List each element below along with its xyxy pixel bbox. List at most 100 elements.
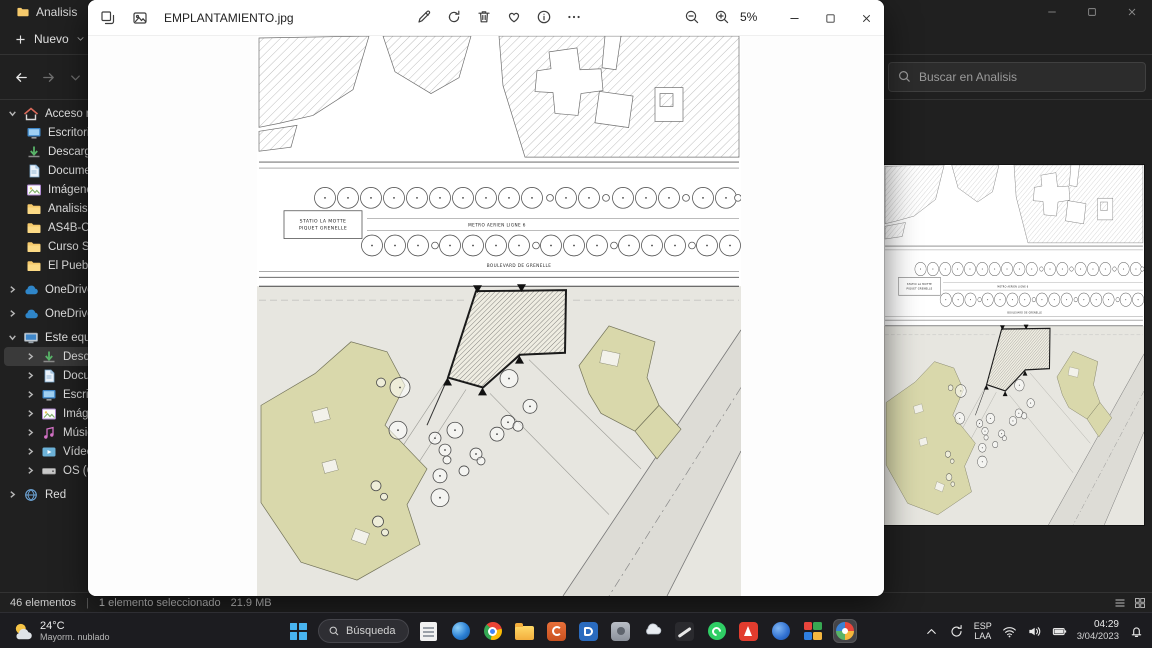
adobe-icon [739,621,759,641]
sync-icon[interactable] [949,624,964,639]
taskbar-icon-sketch-app[interactable] [673,619,697,643]
clock-date: 3/04/2023 [1076,631,1119,642]
image-thumbnail-icon[interactable] [128,6,152,30]
document-app-icon [420,621,438,641]
volume-icon[interactable] [1027,624,1042,639]
photos-viewer-window: EMPLANTAMIENTO.jpg 5% [88,0,884,596]
taskbar: 24°C Mayorm. nublado Búsqueda ESP LAA 04… [0,612,1152,648]
weather-temperature: 24°C [40,619,65,632]
explorer-minimize-button[interactable] [1032,0,1072,24]
battery-icon[interactable] [1052,624,1067,639]
chevron-right-icon [26,428,35,437]
explorer-close-button[interactable] [1112,0,1152,24]
info-button[interactable] [532,5,556,29]
photos-close-button[interactable] [848,0,884,36]
taskbar-icon-document-app[interactable] [417,619,441,643]
site-plan-image[interactable] [257,36,741,596]
pictures-icon [41,407,57,421]
wifi-icon[interactable] [1002,624,1017,639]
search-icon [897,69,912,84]
edge-browser-icon [451,622,470,640]
taskbar-icon-photos-active[interactable] [832,619,857,643]
weather-description: Mayorm. nublado [40,631,110,642]
desktop-icon [41,388,57,402]
notification-bell-icon[interactable] [1129,624,1144,639]
zoom-out-icon[interactable] [680,5,704,29]
document-icon [26,164,42,178]
rotate-button[interactable] [442,5,466,29]
windows-logo-icon [289,622,307,640]
explorer-search-box [888,62,1146,92]
taskbar-icon-blue-circle-app[interactable] [769,619,793,643]
zoom-in-icon[interactable] [710,5,734,29]
orange-app-icon [547,621,567,641]
favorite-heart-button[interactable] [502,5,526,29]
music-icon [41,426,57,440]
chevron-right-icon [26,352,35,361]
chevron-right-icon [26,390,35,399]
more-options-button[interactable] [562,5,586,29]
document-icon [41,369,57,383]
taskbar-clock[interactable]: 04:29 3/04/2023 [1077,619,1119,643]
taskbar-icon-edge[interactable] [449,619,473,643]
new-button[interactable]: Nuevo [14,32,85,46]
file-explorer-icon [515,622,535,640]
computer-icon [23,331,39,345]
taskbar-icon-gray-app[interactable] [609,619,633,643]
hidden-icons-chevron[interactable] [924,624,939,639]
drive-icon [41,464,57,478]
plus-icon [16,34,25,44]
cloud-app-icon [643,622,663,641]
chevron-right-icon [26,371,35,380]
chevron-right-icon [26,466,35,475]
delete-button[interactable] [472,5,496,29]
explorer-preview-pane [884,100,1152,592]
pictures-icon [26,183,42,197]
back-button[interactable] [8,64,35,91]
blue-circle-app-icon [771,622,790,640]
chevron-right-icon [26,409,35,418]
status-divider: | [86,596,89,609]
taskbar-icon-orange-app[interactable] [545,619,569,643]
weather-widget[interactable]: 24°C Mayorm. nublado [6,616,116,646]
recent-locations-chevron[interactable] [62,64,89,91]
clock-time: 04:29 [1093,619,1119,630]
folder-icon [26,202,42,216]
folder-icon [26,221,42,235]
video-icon [41,445,57,459]
onedrive-cloud-icon [23,307,39,321]
explorer-search-input[interactable] [888,62,1146,92]
taskbar-icon-chrome[interactable] [481,619,505,643]
taskbar-icon-cloud-app[interactable] [641,619,665,643]
search-icon [329,626,339,636]
folder-icon [26,240,42,254]
large-icons-view-icon[interactable] [1132,595,1148,611]
language-indicator[interactable]: ESP LAA [974,621,992,641]
home-icon [23,106,39,121]
taskbar-icon-whatsapp[interactable] [705,619,729,643]
photos-canvas [88,36,884,596]
taskbar-search[interactable]: Búsqueda [318,619,409,643]
photos-maximize-button[interactable] [812,0,848,36]
explorer-tab[interactable]: Analisis [16,5,77,19]
sun-cloud-icon [15,623,32,640]
details-view-icon[interactable] [1112,595,1128,611]
taskbar-icon-adobe[interactable] [737,619,761,643]
explorer-maximize-button[interactable] [1072,0,1112,24]
edit-image-button[interactable] [412,5,436,29]
download-icon [26,145,42,159]
status-selection: 1 elemento seleccionado [98,596,221,609]
start-button[interactable] [286,619,310,643]
taskbar-icon-blue-app[interactable] [577,619,601,643]
chrome-browser-icon [483,622,502,640]
chevron-down-icon [8,109,17,118]
zoom-level[interactable]: 5% [740,10,757,24]
photos-app-icon [835,622,854,640]
preview-image [884,165,1144,525]
taskbar-icon-office-grid[interactable] [801,619,825,643]
forward-button[interactable] [35,64,62,91]
photos-minimize-button[interactable] [776,0,812,36]
gallery-icon[interactable] [96,6,120,30]
taskbar-icon-explorer[interactable] [513,619,537,643]
desktop: Analisis Nuevo Buscar en Analisis Acceso… [0,0,1152,648]
